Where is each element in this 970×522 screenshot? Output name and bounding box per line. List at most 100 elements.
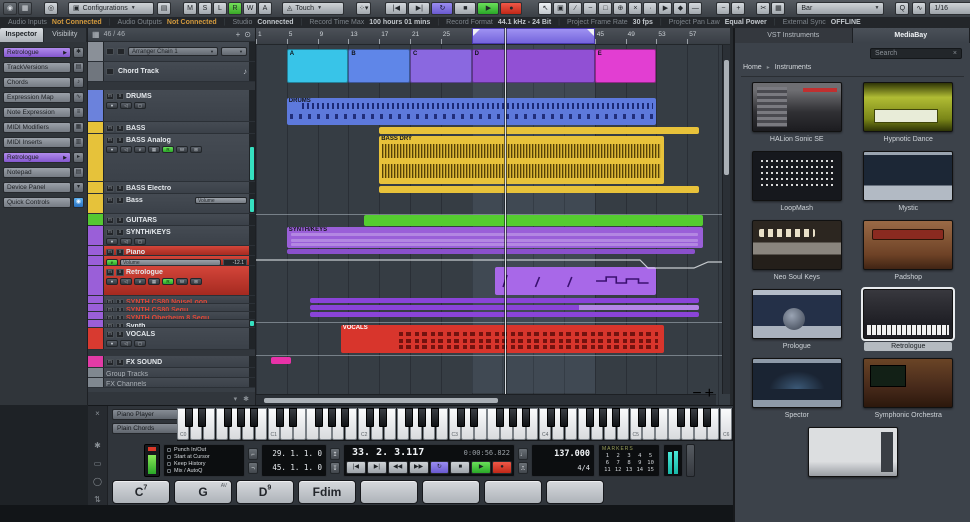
marker-button-14[interactable]: 14 [634, 467, 645, 474]
versions-icon[interactable]: ▤ [73, 62, 84, 73]
chord-pad-d9[interactable]: D9 [236, 480, 294, 504]
track-solo-button[interactable]: s [116, 323, 124, 328]
note-expression-icon[interactable]: ≡ [73, 107, 84, 118]
instrument-thumbnail[interactable] [752, 220, 842, 270]
track-row-vocals[interactable]: msVOCALS●◁▢ [88, 328, 255, 350]
instrument-icon[interactable]: ▸ [73, 152, 84, 163]
automation-mode-dropdown[interactable]: ◬ Touch ▼ [282, 2, 344, 15]
piano-black-key[interactable] [586, 408, 594, 427]
track-solo-button[interactable]: s [116, 197, 124, 204]
track-mute-button[interactable]: m [106, 249, 114, 256]
configurations-dropdown[interactable]: ▣ Configurations ▼ [68, 2, 154, 15]
instrument-thumbnail[interactable] [752, 289, 842, 339]
status-value[interactable]: Not Connected [52, 19, 102, 26]
track-mute-button[interactable]: m [106, 331, 114, 338]
inspector-section-expression-map[interactable]: Expression Map [3, 92, 71, 103]
inspector-section-midi-inserts[interactable]: MIDI Inserts [3, 137, 71, 148]
record-mode-option[interactable]: Punch In/Out [167, 447, 241, 453]
status-value[interactable]: OFFLINE [831, 19, 861, 26]
piano-black-key[interactable] [224, 408, 232, 427]
clip-guitars[interactable] [364, 215, 703, 226]
play-tool-icon[interactable]: ▶ [658, 2, 672, 15]
timeline-ruler[interactable]: 159131721252933374145495357 [256, 28, 730, 45]
piano-black-key[interactable] [366, 408, 374, 427]
track-mute-button[interactable]: m [106, 299, 114, 304]
instrument-open-button[interactable]: ⊞ [190, 146, 202, 153]
status-value[interactable]: 100 hours 01 mins [369, 19, 430, 26]
track-solo-button[interactable]: s [116, 185, 124, 192]
quantize-wave-icon[interactable]: ∿ [912, 2, 926, 15]
grid-type-dropdown[interactable]: Bar ▼ [796, 2, 884, 15]
piano-black-key[interactable] [276, 408, 284, 427]
marker-button-13[interactable]: 13 [624, 467, 635, 474]
monitor-button[interactable]: ◁ [120, 278, 132, 285]
transport-expand-button[interactable] [686, 444, 695, 477]
track-row-synth-oberheim-8-sequ[interactable]: msSYNTH Oberheim 8 Sequ [88, 312, 255, 320]
track-solo-button[interactable]: s [116, 331, 124, 338]
track-mute-button[interactable]: m [106, 307, 114, 312]
arranger-solo-button[interactable] [117, 48, 125, 55]
quantize-toggle-button[interactable]: Q [895, 2, 909, 15]
arrange-area[interactable]: ABCDEDRUMSBASS DRYSYNTH/KEYSVOCALS159131… [256, 28, 730, 405]
chord-pads-settings-icon[interactable]: ✱ [94, 442, 101, 450]
track-row-synth-cs80-noiseloop[interactable]: msSYNTH CS80 NoiseLoop [88, 296, 255, 304]
inspector-section-retrologue[interactable]: Retrologue▶ [3, 47, 71, 58]
breadcrumb-instruments[interactable]: Instruments [775, 64, 812, 71]
inspector-section-trackversions[interactable]: TrackVersions [3, 62, 71, 73]
track-solo-button[interactable]: s [116, 229, 124, 236]
autoscroll-icon[interactable]: − [716, 2, 730, 15]
nudge-palette-icon[interactable]: ⁘▾ [356, 2, 371, 15]
clip-bass-top[interactable] [379, 127, 699, 134]
instrument-thumbnail[interactable] [752, 151, 842, 201]
track-solo-button[interactable]: s [116, 299, 124, 304]
record-enable-button[interactable]: ● [106, 102, 118, 109]
arranger-block-c[interactable]: C [410, 49, 472, 83]
track-solo-button[interactable]: s [116, 269, 124, 276]
track-row-bass[interactable]: msBASS [88, 122, 255, 134]
find-track-icon[interactable]: ⊙ [244, 31, 251, 39]
write-automation-button[interactable]: W [176, 278, 188, 285]
track-row-piano[interactable]: msPiano [88, 246, 255, 256]
marker-button-10[interactable]: 10 [645, 460, 656, 467]
range-tool-icon[interactable]: ▣ [553, 2, 567, 15]
track-solo-button[interactable]: s [116, 315, 124, 320]
piano-black-key[interactable] [599, 408, 607, 427]
track-mute-button[interactable]: m [106, 269, 114, 276]
track-row-group-tracks[interactable]: Group Tracks [88, 368, 255, 378]
record-button[interactable]: ● [500, 2, 522, 15]
marker-button-11[interactable]: 11 [602, 467, 613, 474]
snap-toggle-icon[interactable]: ✂ [756, 2, 770, 15]
click-toggle-icon[interactable]: ⎍ [518, 462, 528, 474]
instrument-item-halion-sonic-se[interactable]: HALion Sonic SE [745, 82, 849, 144]
piano-black-key[interactable] [185, 408, 193, 427]
instrument-thumbnail[interactable] [863, 151, 953, 201]
instrument-item-spector[interactable]: Spector [745, 358, 849, 420]
tracklist-scroll-icon[interactable]: ▾ [234, 395, 238, 403]
transport-cycle-button[interactable]: ↻ [430, 461, 450, 474]
record-enable-button[interactable]: ● [106, 146, 118, 153]
transport-go-end-button[interactable]: ▶| [367, 461, 387, 474]
instrument-thumbnail[interactable] [863, 358, 953, 408]
erase-tool-icon[interactable]: □ [598, 2, 612, 15]
piano-black-key[interactable] [496, 408, 504, 427]
piano-black-key[interactable] [418, 408, 426, 427]
piano-black-key[interactable] [690, 408, 698, 427]
to-left-locator-button[interactable]: ↥ [330, 448, 340, 460]
clip-sk-thin[interactable] [287, 249, 695, 254]
left-locator-value[interactable]: 29. 1. 1. 0 [266, 449, 322, 458]
track-solo-button[interactable]: s [116, 249, 124, 256]
automation-w-button[interactable]: W [243, 2, 257, 15]
status-value[interactable]: 44.1 kHz - 24 Bit [498, 19, 551, 26]
track-mute-button[interactable]: m [106, 125, 114, 132]
track-mute-button[interactable]: m [106, 359, 114, 366]
record-enable-button[interactable]: ● [106, 238, 118, 245]
piano-black-key[interactable] [470, 408, 478, 427]
piano-black-key[interactable] [457, 408, 465, 427]
monitor-button[interactable]: ◁ [120, 102, 132, 109]
to-right-locator-button[interactable]: ↧ [330, 462, 340, 474]
piano-black-key[interactable] [431, 408, 439, 427]
piano-black-key[interactable] [237, 408, 245, 427]
quick-controls-icon[interactable]: ◉ [73, 197, 84, 208]
cycle-button[interactable]: ↻ [431, 2, 453, 15]
track-row-arranger[interactable]: Arranger Chain 1▼ ▼ [88, 42, 255, 62]
